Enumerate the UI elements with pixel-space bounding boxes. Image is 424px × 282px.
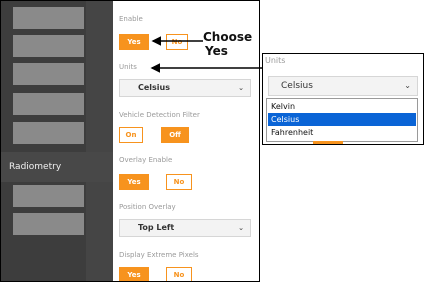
button-peek	[313, 141, 343, 144]
units-option-celsius[interactable]: Celsius	[268, 113, 416, 126]
units-option-fahrenheit[interactable]: Fahrenheit	[268, 126, 416, 139]
units-dropdown-select[interactable]: Celsius ⌄	[268, 76, 418, 96]
units-dropdown-zoom: Units Celsius ⌄ Kelvin Celsius Fahrenhei…	[262, 53, 424, 145]
chevron-down-icon: ⌄	[404, 81, 411, 90]
units-options-list: Kelvin Celsius Fahrenheit	[266, 98, 418, 142]
units-dropdown-label: Units	[265, 56, 286, 65]
units-option-kelvin[interactable]: Kelvin	[268, 100, 416, 113]
units-dropdown-value: Celsius	[281, 81, 313, 91]
